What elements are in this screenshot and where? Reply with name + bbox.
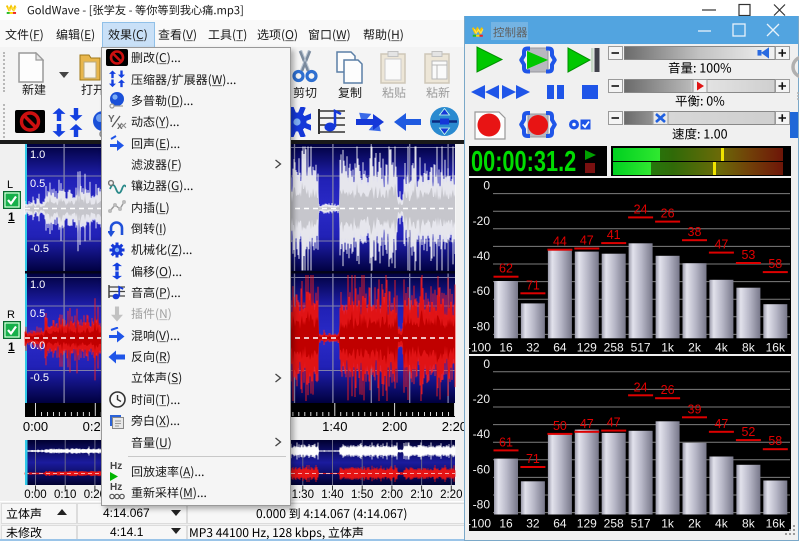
svg-text:1k: 1k (661, 517, 675, 531)
svg-text:50: 50 (553, 419, 567, 433)
svg-text:16k: 16k (766, 517, 786, 531)
svg-text:52: 52 (741, 425, 755, 439)
svg-text:47: 47 (714, 417, 728, 431)
svg-text:0: 0 (483, 357, 490, 371)
svg-text:47: 47 (580, 417, 594, 431)
svg-text:2k: 2k (688, 517, 702, 531)
svg-text:-100: -100 (469, 517, 491, 531)
svg-text:39: 39 (688, 402, 702, 416)
svg-text:26: 26 (661, 383, 675, 397)
svg-text:-40: -40 (473, 427, 491, 441)
svg-text:4k: 4k (715, 517, 729, 531)
svg-text:64: 64 (553, 517, 567, 531)
svg-text:58: 58 (768, 434, 782, 448)
svg-text:24: 24 (634, 380, 648, 394)
svg-text:-80: -80 (473, 498, 491, 512)
svg-text:71: 71 (526, 452, 540, 466)
svg-text:258: 258 (604, 517, 624, 531)
svg-text:16: 16 (499, 517, 513, 531)
svg-text:-20: -20 (473, 392, 491, 406)
svg-text:47: 47 (607, 416, 621, 430)
svg-text:61: 61 (499, 435, 513, 449)
svg-text:32: 32 (526, 517, 540, 531)
svg-text:-60: -60 (473, 462, 491, 476)
svg-text:129: 129 (577, 517, 597, 531)
svg-text:x: x (117, 121, 123, 131)
svg-text:8k: 8k (742, 517, 756, 531)
svg-text:517: 517 (631, 517, 651, 531)
